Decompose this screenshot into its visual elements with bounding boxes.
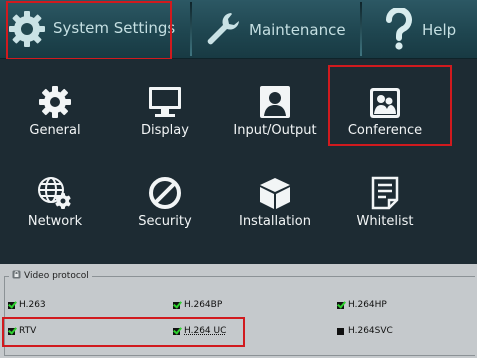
checkbox-checked-icon[interactable] [173, 327, 180, 335]
settings-grid: General Display Input/Output Conference … [0, 59, 477, 264]
grid-item-whitelist[interactable]: Whitelist [330, 170, 440, 229]
grid-item-conference[interactable]: Conference [330, 79, 440, 138]
grid-item-security[interactable]: Security [110, 170, 220, 229]
grid-item-installation[interactable]: Installation [220, 170, 330, 229]
grid-item-label: Whitelist [356, 214, 414, 229]
checkbox-checked-icon[interactable] [8, 301, 15, 309]
tab-maintenance[interactable]: Maintenance [192, 0, 358, 58]
checkbox-checked-icon[interactable] [337, 301, 344, 309]
person-icon [220, 79, 330, 119]
checkbox-checked-icon[interactable] [8, 327, 15, 335]
box-icon [220, 170, 330, 210]
checkbox-h263[interactable]: H.263 [8, 300, 46, 310]
video-protocol-title: Video protocol [24, 271, 89, 281]
grid-item-label: Security [138, 214, 192, 229]
picture-icon [330, 79, 440, 119]
tab-label: Help [422, 21, 457, 39]
grid-item-label: General [29, 123, 81, 138]
option-label: H.263 [19, 300, 46, 310]
gear-icon [8, 10, 46, 52]
video-protocol-panel: Video protocol H.263 H.264BP H.264HP RTV… [0, 264, 477, 358]
question-icon [384, 6, 414, 54]
video-protocol-legend: Video protocol [9, 270, 92, 282]
tab-divider [360, 2, 362, 56]
option-label: H.264HP [348, 300, 387, 310]
tab-label: Maintenance [249, 21, 346, 39]
globe-gear-icon [0, 170, 110, 210]
document-icon [330, 170, 440, 210]
checkbox-h264bp[interactable]: H.264BP [173, 300, 222, 310]
checkbox-h264hp[interactable]: H.264HP [337, 300, 387, 310]
gear-icon [0, 79, 110, 119]
tab-system-settings[interactable]: System Settings [0, 0, 176, 58]
video-protocol-group [4, 276, 475, 356]
grid-item-label: Installation [238, 214, 311, 229]
monitor-icon [110, 79, 220, 119]
option-label: H.264SVC [348, 326, 393, 336]
checkbox-rtv[interactable]: RTV [8, 326, 36, 336]
grid-item-label: Display [141, 123, 189, 138]
tab-help[interactable]: Help [378, 0, 477, 58]
grid-item-network[interactable]: Network [0, 170, 110, 229]
grid-item-label: Input/Output [233, 123, 317, 138]
tab-label: System Settings [53, 19, 176, 37]
grid-item-display[interactable]: Display [110, 79, 220, 138]
checkbox-checked-icon[interactable] [173, 301, 180, 309]
checkbox-h264svc[interactable]: H.264SVC [337, 326, 393, 336]
wrench-icon [204, 10, 242, 52]
top-navigation-bar: System Settings Maintenance Help [0, 0, 477, 59]
grid-item-label: Conference [347, 123, 423, 138]
option-label: H.264BP [184, 300, 223, 310]
option-label: H.264 UC [184, 326, 227, 336]
grid-item-input-output[interactable]: Input/Output [220, 79, 330, 138]
checkbox-unchecked-icon[interactable] [337, 327, 344, 335]
no-entry-icon [110, 170, 220, 210]
option-label: RTV [19, 326, 37, 336]
grid-item-label: Network [27, 214, 83, 229]
checkbox-h264uc[interactable]: H.264 UC [173, 326, 226, 336]
grid-item-general[interactable]: General [0, 79, 110, 138]
lock-icon [12, 270, 21, 282]
